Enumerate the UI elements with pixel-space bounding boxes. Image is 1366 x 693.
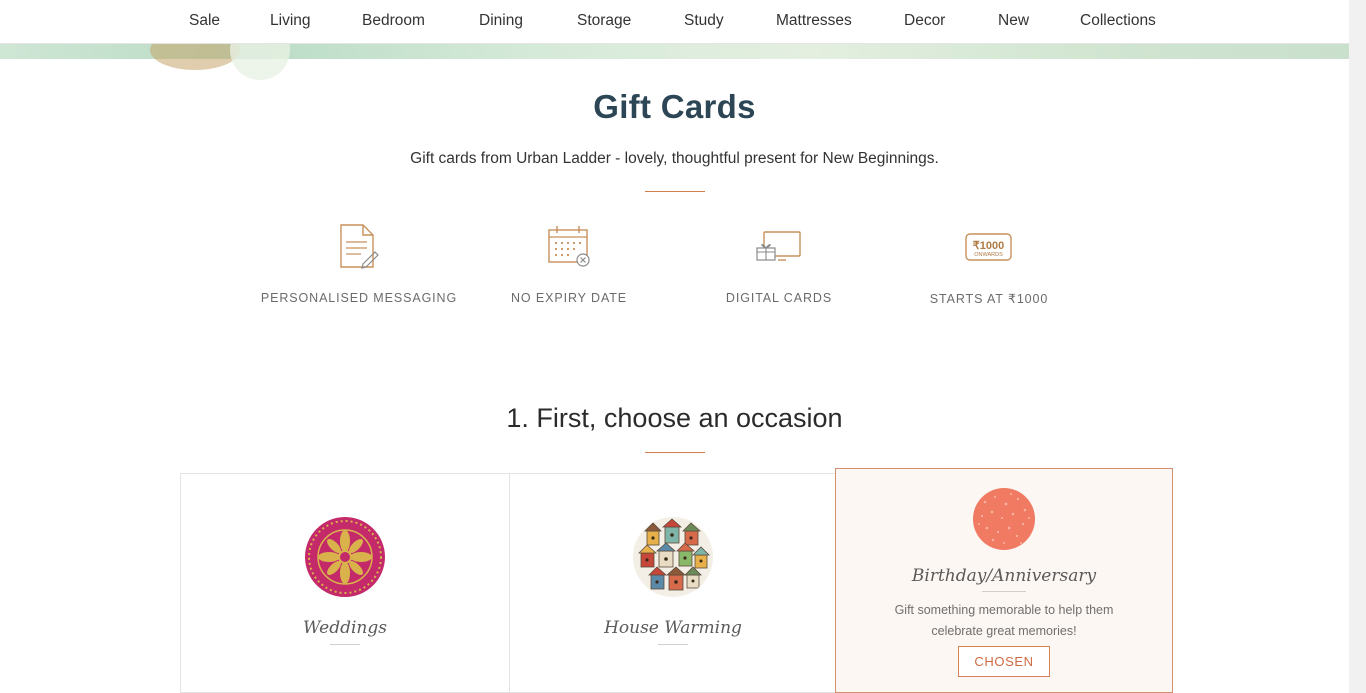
badge-amount-text: ₹1000 bbox=[973, 240, 1004, 252]
occasion-card-house-warming[interactable]: House Warming bbox=[509, 473, 837, 693]
occasion-title-underline bbox=[658, 644, 688, 645]
nav-item-study[interactable]: Study bbox=[684, 12, 724, 30]
main-nav: Sale Living Bedroom Dining Storage Study… bbox=[0, 0, 1349, 44]
feature-personalised-messaging: PERSONALISED MESSAGING bbox=[249, 222, 469, 305]
feature-label: PERSONALISED MESSAGING bbox=[260, 291, 458, 305]
nav-item-living[interactable]: Living bbox=[270, 12, 311, 30]
feature-digital-cards: DIGITAL CARDS bbox=[669, 222, 889, 305]
feature-label: DIGITAL CARDS bbox=[725, 291, 833, 305]
occasion-title: Weddings bbox=[303, 618, 387, 638]
nav-item-decor[interactable]: Decor bbox=[904, 12, 945, 30]
nav-item-collections[interactable]: Collections bbox=[1080, 12, 1156, 30]
occasion-title: Birthday/Anniversary bbox=[911, 566, 1097, 586]
feature-label: STARTS AT ₹1000 bbox=[929, 292, 1049, 306]
birthday-pattern-image bbox=[973, 488, 1035, 550]
occasion-divider bbox=[645, 452, 705, 453]
nav-item-sale[interactable]: Sale bbox=[189, 12, 220, 30]
feature-no-expiry-date: NO EXPIRY DATE bbox=[459, 222, 679, 305]
rupee-1000-badge-icon: ₹1000 ONWARDS bbox=[965, 233, 1012, 261]
nav-item-mattresses[interactable]: Mattresses bbox=[776, 12, 852, 30]
feature-starts-at-1000: ₹1000 ONWARDS STARTS AT ₹1000 bbox=[879, 222, 1099, 306]
badge-onwards-text: ONWARDS bbox=[974, 252, 1003, 258]
feature-label: NO EXPIRY DATE bbox=[510, 291, 628, 305]
title-divider bbox=[645, 191, 705, 192]
occasion-description: Gift something memorable to help them ce… bbox=[894, 603, 1114, 638]
document-pen-icon bbox=[340, 224, 379, 269]
house-warming-pattern-image bbox=[633, 517, 713, 597]
nav-item-bedroom[interactable]: Bedroom bbox=[362, 12, 425, 30]
nav-item-dining[interactable]: Dining bbox=[479, 12, 523, 30]
occasion-title-underline bbox=[330, 644, 360, 645]
occasion-card-weddings[interactable]: Weddings bbox=[180, 473, 510, 693]
page-subtitle: Gift cards from Urban Ladder - lovely, t… bbox=[410, 150, 939, 167]
occasion-heading: 1. First, choose an occasion bbox=[506, 403, 843, 433]
nav-item-storage[interactable]: Storage bbox=[577, 12, 631, 30]
occasion-title: House Warming bbox=[604, 618, 742, 638]
weddings-pattern-image bbox=[305, 517, 385, 597]
monitor-gift-icon bbox=[756, 231, 801, 261]
nav-item-new[interactable]: New bbox=[998, 12, 1029, 30]
occasion-card-birthday-anniversary[interactable]: Birthday/Anniversary Gift something memo… bbox=[835, 468, 1173, 693]
calendar-icon bbox=[548, 226, 590, 267]
page-title: Gift Cards bbox=[593, 88, 756, 125]
chosen-button[interactable]: CHOSEN bbox=[958, 646, 1050, 677]
occasion-title-underline bbox=[982, 591, 1026, 592]
page-scrollbar[interactable] bbox=[1349, 0, 1366, 693]
